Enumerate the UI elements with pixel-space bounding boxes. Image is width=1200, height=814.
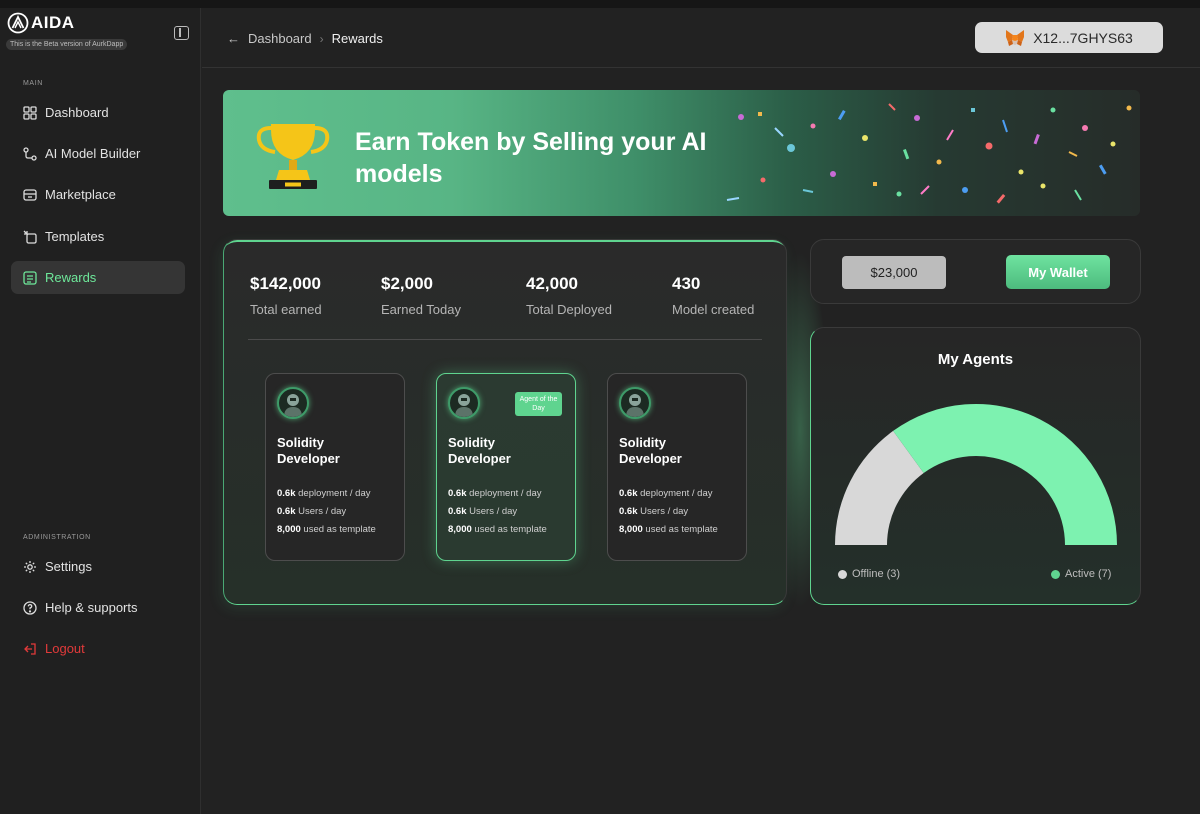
banner-title: Earn Token by Selling your AI models	[355, 128, 707, 188]
agent-users: 0.6k Users / day	[277, 506, 347, 517]
main-section-label: MAIN	[23, 80, 43, 87]
sidebar-item-label: AI Model Builder	[45, 146, 141, 161]
agent-templates: 8,000 used as template	[619, 524, 718, 535]
agent-card[interactable]: Solidity Developer 0.6k deployment / day…	[265, 373, 405, 561]
robot-avatar-icon	[448, 387, 480, 419]
back-arrow-icon[interactable]: ←	[227, 31, 240, 46]
sidebar-item-ai-model-builder[interactable]: AI Model Builder	[11, 137, 185, 170]
wallet-balance: $23,000	[842, 256, 946, 289]
store-icon	[22, 187, 37, 202]
sidebar-item-dashboard[interactable]: Dashboard	[11, 96, 185, 129]
active-dot-icon	[1051, 569, 1060, 579]
stat-value: $2,000	[381, 274, 433, 293]
agent-deployments: 0.6k deployment / day	[619, 488, 713, 499]
offline-dot-icon	[838, 569, 847, 579]
sidebar: AIDA This is the Beta version of AurkDap…	[0, 8, 201, 814]
agent-deployments: 0.6k deployment / day	[448, 488, 542, 499]
sidebar-item-rewards[interactable]: Rewards	[11, 261, 185, 294]
builder-icon	[22, 146, 37, 161]
sidebar-item-label: Rewards	[45, 270, 97, 285]
stats-divider	[248, 339, 762, 340]
help-icon	[22, 600, 37, 615]
stat-label: Total earned	[250, 302, 322, 317]
app-logo[interactable]: AIDA	[7, 12, 75, 34]
wallet-address-button[interactable]: X12...7GHYS63	[975, 22, 1163, 53]
stat-label: Earned Today	[381, 302, 461, 317]
breadcrumb-dashboard[interactable]: Dashboard	[248, 31, 312, 46]
stat-model-created: 430 Model created	[672, 274, 754, 317]
agent-templates: 8,000 used as template	[277, 524, 376, 535]
gear-icon	[22, 559, 37, 574]
agent-users: 0.6k Users / day	[448, 506, 518, 517]
my-agents-title: My Agents	[937, 351, 1014, 368]
sidebar-item-marketplace[interactable]: Marketplace	[11, 178, 185, 211]
admin-section-label: ADMINISTRATION	[23, 534, 91, 541]
gauge-active-segment	[893, 404, 1117, 545]
app-name: AIDA	[31, 13, 75, 32]
sidebar-item-help[interactable]: Help & supports	[11, 591, 185, 624]
earnings-panel: $142,000 Total earned $2,000 Earned Toda…	[223, 239, 787, 605]
my-agents-panel: My Agents Offline (3) Active (7)	[810, 327, 1141, 605]
sidebar-item-settings[interactable]: Settings	[11, 550, 185, 583]
wallet-panel: $23,000 My Wallet	[810, 239, 1141, 304]
sidebar-item-label: Dashboard	[45, 105, 109, 120]
logout-icon	[22, 641, 37, 656]
agent-templates: 8,000 used as template	[448, 524, 547, 535]
stat-value: 430	[672, 274, 701, 293]
chevron-right-icon: ›	[319, 31, 324, 46]
agent-title: Solidity Developer	[619, 435, 682, 466]
legend-offline: Offline (3)	[838, 568, 900, 580]
agent-of-the-day-badge: Agent of the Day	[515, 392, 562, 416]
legend-active: Active (7)	[1051, 568, 1111, 580]
agent-title: Solidity Developer	[277, 435, 340, 466]
my-wallet-button[interactable]: My Wallet	[1006, 255, 1110, 289]
sidebar-item-label: Help & supports	[45, 600, 138, 615]
legend-active-label: Active (7)	[1065, 568, 1112, 580]
breadcrumb-current: Rewards	[331, 31, 383, 46]
aida-logo-icon	[7, 12, 29, 34]
breadcrumb: ← Dashboard › Rewards	[227, 31, 383, 46]
sidebar-item-label: Settings	[45, 559, 92, 574]
robot-avatar-icon	[619, 387, 651, 419]
agent-title: Solidity Developer	[448, 435, 511, 466]
beta-note: This is the Beta version of AurkDapp	[6, 39, 128, 50]
robot-avatar-icon	[277, 387, 309, 419]
rewards-banner: Earn Token by Selling your AI models	[223, 90, 1140, 216]
stat-value: 42,000	[526, 274, 578, 293]
agent-card[interactable]: Solidity Developer 0.6k deployment / day…	[607, 373, 747, 561]
agent-card-featured[interactable]: Agent of the Day Solidity Developer 0.6k…	[436, 373, 576, 561]
confetti-decoration	[726, 103, 1132, 204]
agent-users: 0.6k Users / day	[619, 506, 689, 517]
rewards-icon	[22, 270, 37, 285]
stat-total-earned: $142,000 Total earned	[250, 274, 322, 317]
top-header: ← Dashboard › Rewards X12...7GHYS63	[202, 8, 1200, 68]
agent-deployments: 0.6k deployment / day	[277, 488, 371, 499]
trophy-icon	[256, 124, 330, 189]
stat-label: Total Deployed	[526, 302, 612, 317]
sidebar-collapse-icon[interactable]	[174, 26, 189, 40]
stat-label: Model created	[672, 302, 755, 317]
metamask-fox-icon	[1006, 29, 1025, 46]
grid-icon	[22, 105, 37, 120]
stat-total-deployed: 42,000 Total Deployed	[526, 274, 612, 317]
legend-offline-label: Offline (3)	[852, 568, 901, 580]
sidebar-item-logout[interactable]: Logout	[11, 632, 185, 665]
sidebar-item-label: Logout	[45, 641, 85, 656]
sidebar-item-templates[interactable]: Templates	[11, 220, 185, 253]
sidebar-item-label: Templates	[45, 229, 105, 244]
sidebar-item-label: Marketplace	[45, 187, 116, 202]
stat-value: $142,000	[250, 274, 321, 293]
template-icon	[22, 229, 37, 244]
stat-earned-today: $2,000 Earned Today	[381, 274, 461, 317]
window-top-strip	[0, 0, 1200, 8]
wallet-address: X12...7GHYS63	[1033, 29, 1133, 46]
agents-gauge-chart	[835, 404, 1117, 545]
